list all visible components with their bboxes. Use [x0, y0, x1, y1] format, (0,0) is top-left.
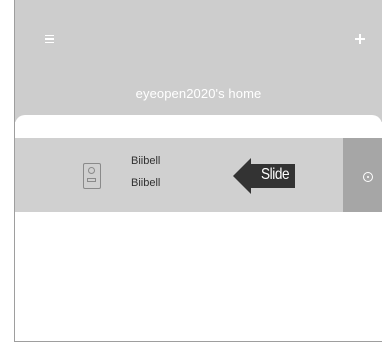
home-header: eyeopen2020's home: [15, 0, 382, 122]
doorbell-button: [87, 178, 96, 182]
device-row[interactable]: [15, 138, 382, 212]
app-screen: eyeopen2020's home Biibell Biibell Slide: [14, 0, 382, 342]
menu-line: [45, 38, 54, 40]
menu-line: [45, 34, 54, 37]
device-subtitle: Biibell: [131, 177, 161, 189]
home-title: eyeopen2020's home: [135, 86, 262, 101]
menu-line: [45, 41, 54, 44]
device-settings-icon[interactable]: [363, 172, 373, 182]
add-device-icon[interactable]: [354, 33, 366, 45]
doorbell-icon: [83, 163, 101, 189]
device-name: Biibell: [131, 155, 161, 167]
slide-hint-label: Slide: [261, 166, 290, 183]
menu-icon[interactable]: [45, 32, 59, 46]
doorbell-lens: [88, 167, 95, 174]
